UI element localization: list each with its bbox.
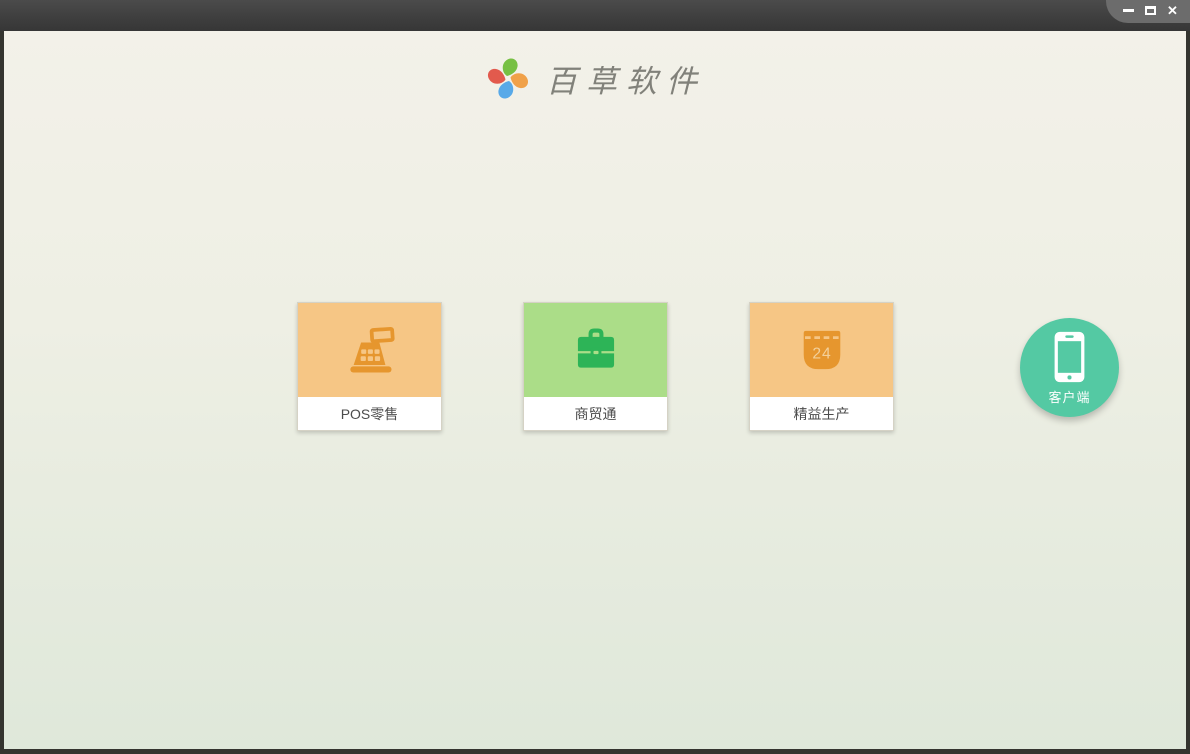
phone-home-button — [1067, 374, 1072, 380]
product-label: POS零售 — [298, 397, 441, 430]
app-name: 百草软件 — [546, 63, 706, 99]
register-key — [367, 349, 373, 354]
maximize-button[interactable] — [1144, 3, 1157, 19]
register-key — [374, 356, 380, 361]
phone-speaker — [1065, 334, 1074, 338]
calendar-icon: 24 — [803, 330, 840, 370]
product-tile — [298, 303, 441, 397]
register-key — [367, 356, 373, 361]
pinwheel-petal-left — [487, 68, 506, 84]
pinwheel-petal-right — [510, 73, 529, 89]
minimize-button[interactable] — [1122, 3, 1135, 19]
product-card-pos-retail[interactable]: POS零售 — [297, 302, 442, 431]
register-key — [360, 356, 366, 361]
window-controls: ✕ — [1106, 0, 1190, 23]
product-tile: 24 — [750, 303, 893, 397]
pinwheel-petal-bottom — [498, 81, 514, 99]
client-label: 客户端 — [1048, 389, 1091, 405]
close-button[interactable]: ✕ — [1166, 3, 1179, 19]
pinwheel-petal-top — [502, 58, 518, 76]
title-bar: ✕ — [0, 0, 1190, 31]
main-content: 百草软件 POS零售 商贸通 24 精益生产 客户端 — [4, 31, 1186, 749]
maximize-icon — [1145, 6, 1156, 15]
client-button[interactable]: 客户端 — [1020, 318, 1119, 417]
app-window: ✕ 百草软件 POS零售 商贸通 24 精益生产 客户端 — [0, 0, 1190, 754]
minimize-icon — [1123, 9, 1134, 12]
briefcase-icon — [577, 328, 614, 368]
product-label: 精益生产 — [750, 397, 893, 430]
product-label: 商贸通 — [524, 397, 667, 430]
brand-header: 百草软件 — [4, 55, 1186, 101]
register-key — [360, 349, 366, 354]
calendar-day: 24 — [812, 346, 831, 363]
pinwheel-logo-icon — [487, 58, 529, 99]
product-card-trade[interactable]: 商贸通 — [523, 302, 668, 431]
close-icon: ✕ — [1167, 3, 1178, 18]
product-tile — [524, 303, 667, 397]
briefcase-clasp-slot — [592, 350, 599, 355]
register-base — [349, 366, 392, 373]
register-key — [373, 349, 380, 354]
product-card-lean-production[interactable]: 24 精益生产 — [749, 302, 894, 431]
smartphone-icon — [1054, 331, 1085, 382]
cash-register-icon — [349, 326, 395, 373]
register-paper — [369, 326, 395, 344]
phone-screen — [1057, 340, 1082, 373]
